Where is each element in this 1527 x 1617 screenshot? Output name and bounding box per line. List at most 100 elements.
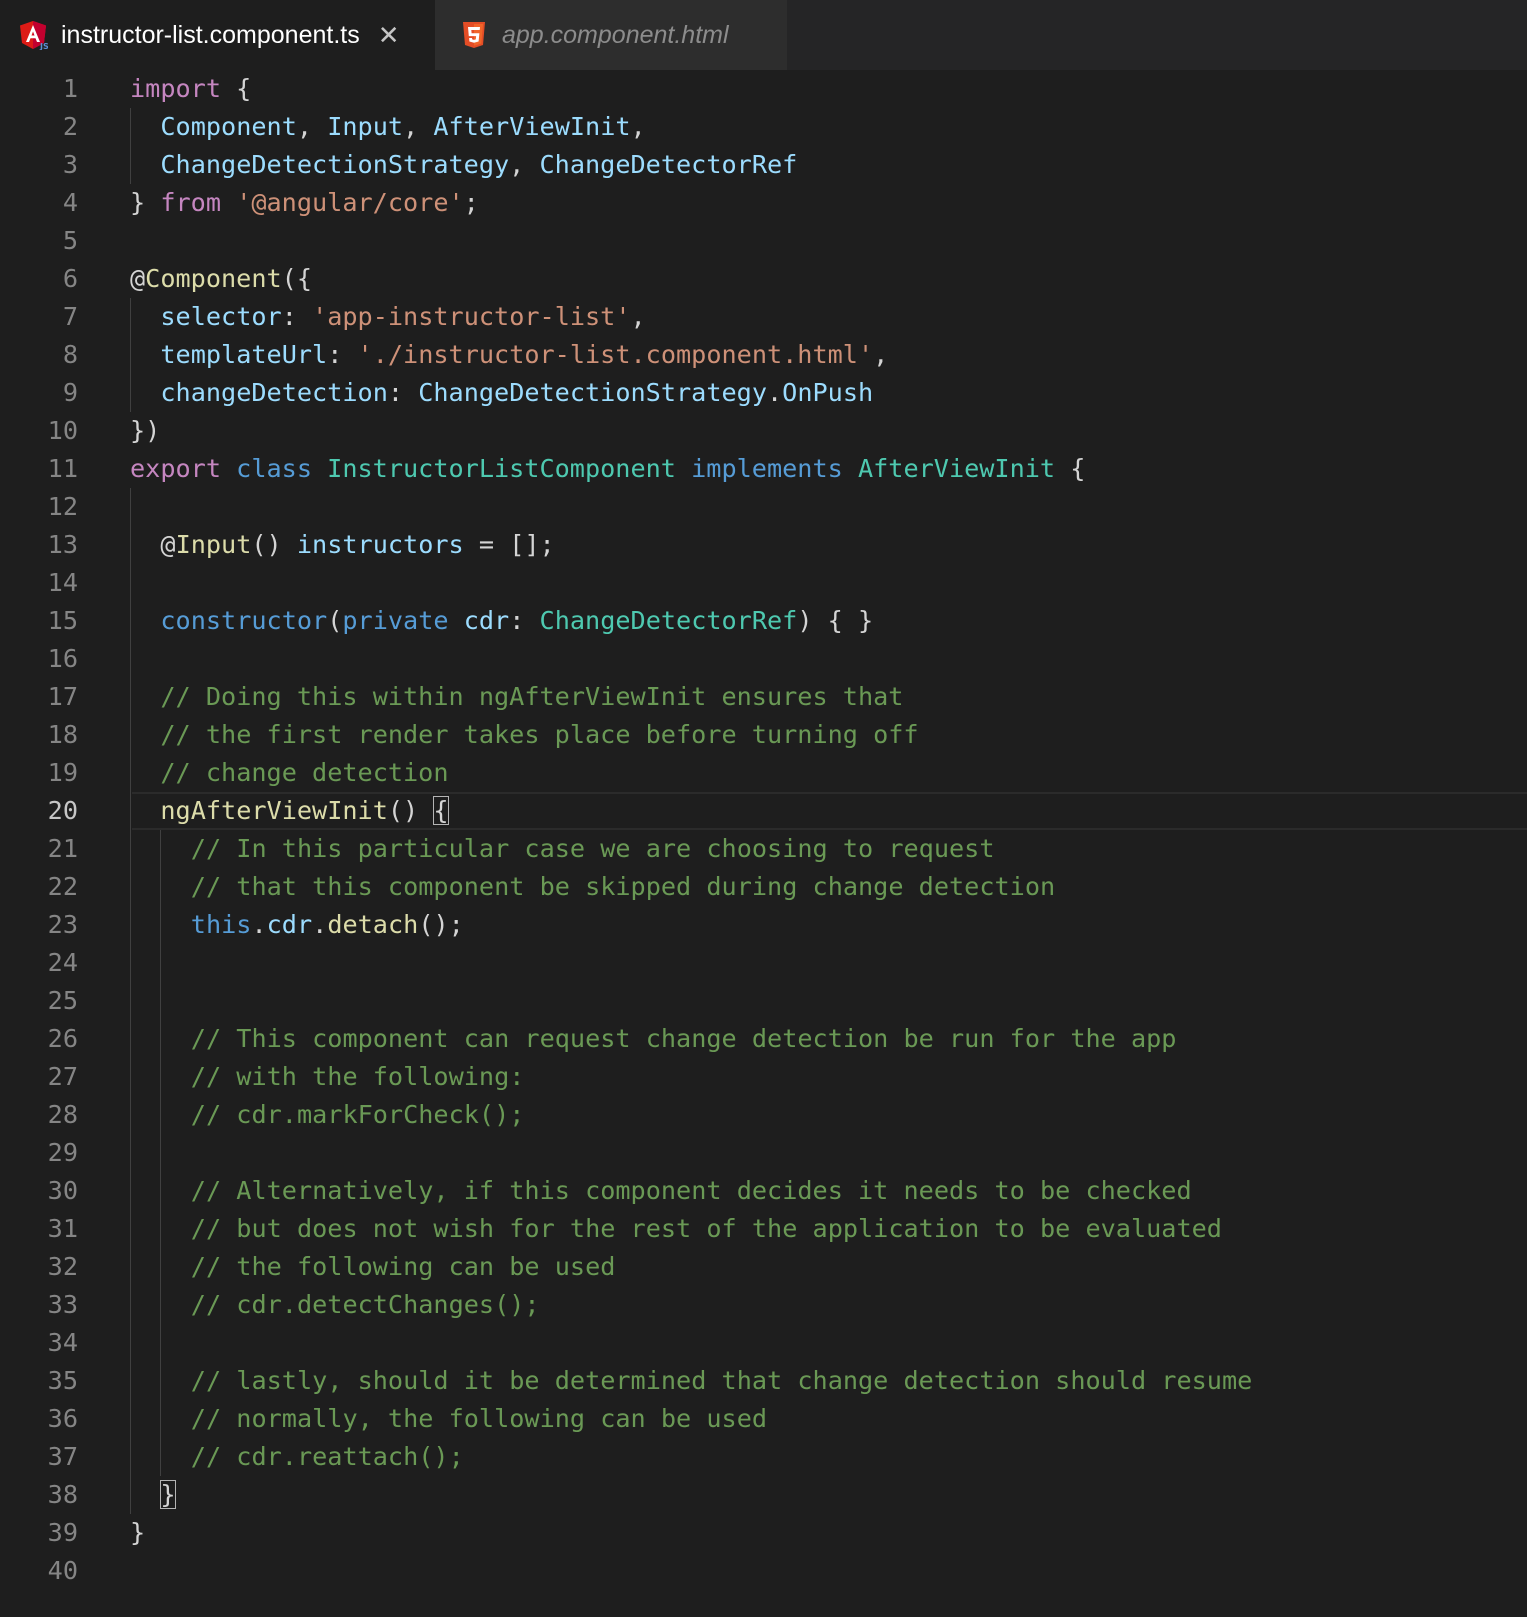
code-line[interactable]: 2 Component, Input, AfterViewInit, [0, 108, 1527, 146]
indent-guide [130, 868, 131, 906]
code-token: Component [160, 112, 297, 141]
indent-guide [130, 716, 131, 754]
code-line[interactable]: 21 // In this particular case we are choo… [0, 830, 1527, 868]
code-token: // normally, the following can be used [190, 1404, 768, 1433]
indent-guide [130, 1286, 131, 1324]
code-token: . [312, 910, 328, 939]
line-number: 13 [47, 530, 78, 559]
code-line[interactable]: 29 [0, 1134, 1527, 1172]
indent-guide [160, 1134, 162, 1172]
code-text: // Doing this within ngAfterViewInit ens… [160, 678, 903, 716]
line-number: 20 [47, 796, 78, 825]
code-line[interactable]: 17 // Doing this within ngAfterViewInit e… [0, 678, 1527, 716]
close-icon[interactable]: ✕ [378, 20, 400, 51]
line-number: 30 [47, 1176, 78, 1205]
code-line[interactable]: 23 this.cdr.detach(); [0, 906, 1527, 944]
code-line[interactable]: 9 changeDetection: ChangeDetectionStrateg… [0, 374, 1527, 412]
code-line[interactable]: 10}) [0, 412, 1527, 450]
code-line[interactable]: 4} from '@angular/core'; [0, 184, 1527, 222]
indent-guide [130, 906, 131, 944]
code-text: changeDetection: ChangeDetectionStrategy… [160, 374, 873, 412]
line-number: 18 [47, 720, 78, 749]
code-line[interactable]: 6 @Component({ [0, 260, 1527, 298]
code-token: constructor [160, 606, 328, 635]
code-text: // In this particular case we are choosi… [191, 830, 995, 868]
code-line[interactable]: 13 @Input() instructors = []; [0, 526, 1527, 564]
code-token: changeDetection [160, 378, 388, 407]
code-line[interactable]: 28 // cdr.markForCheck(); [0, 1096, 1527, 1134]
code-token: ChangeDetectorRef [539, 606, 798, 635]
line-number: 19 [47, 758, 78, 787]
code-line[interactable]: 5 [0, 222, 1527, 260]
code-line[interactable]: 37 // cdr.reattach(); [0, 1438, 1527, 1476]
code-line[interactable]: 11 export class InstructorListComponent i… [0, 450, 1527, 488]
line-number: 9 [62, 378, 78, 407]
code-line[interactable]: 20 ngAfterViewInit() { [0, 792, 1527, 830]
code-line[interactable]: 25 [0, 982, 1527, 1020]
indent-guide [130, 1476, 131, 1514]
code-line[interactable]: 16 [0, 640, 1527, 678]
code-line[interactable]: 32 // the following can be used [0, 1248, 1527, 1286]
code-line[interactable]: 3 ChangeDetectionStrategy, ChangeDetector… [0, 146, 1527, 184]
code-text: // Alternatively, if this component deci… [191, 1172, 1192, 1210]
indent-guide [160, 1058, 162, 1096]
code-token: // change detection [160, 758, 449, 787]
code-token: } [160, 1480, 176, 1509]
code-token: () [387, 796, 434, 825]
line-number: 14 [47, 568, 78, 597]
code-token: templateUrl [160, 340, 328, 369]
code-text: templateUrl: './instructor-list.componen… [160, 336, 888, 374]
indent-guide [160, 1438, 162, 1476]
code-token: , [403, 112, 434, 141]
code-line[interactable]: 35 // lastly, should it be determined tha… [0, 1362, 1527, 1400]
code-token: : [281, 302, 313, 331]
code-line[interactable]: 24 [0, 944, 1527, 982]
code-line[interactable]: 7 selector: 'app-instructor-list', [0, 298, 1527, 336]
indent-guide [130, 602, 131, 640]
code-line[interactable]: 40 [0, 1552, 1527, 1590]
line-number: 39 [47, 1518, 78, 1547]
indent-guide [160, 1400, 162, 1438]
code-line[interactable]: 22 // that this component be skipped duri… [0, 868, 1527, 906]
code-line[interactable]: 1 import { [0, 70, 1527, 108]
code-line[interactable]: 33 // cdr.detectChanges(); [0, 1286, 1527, 1324]
code-token: } [130, 188, 161, 217]
indent-guide [160, 868, 162, 906]
line-number: 2 [62, 112, 78, 141]
code-text: // This component can request change det… [191, 1020, 1177, 1058]
code-line[interactable]: 36 // normally, the following can be used [0, 1400, 1527, 1438]
indent-guide [130, 640, 131, 678]
code-token: // cdr.reattach(); [190, 1442, 464, 1471]
code-line[interactable]: 19 // change detection [0, 754, 1527, 792]
code-token: }) [130, 416, 161, 445]
code-editor[interactable]: 1 import {2 Component, Input, AfterViewIni… [0, 70, 1527, 1617]
code-line[interactable]: 31 // but does not wish for the rest of t… [0, 1210, 1527, 1248]
code-text: ChangeDetectionStrategy, ChangeDetectorR… [160, 146, 797, 184]
code-line[interactable]: 39} [0, 1514, 1527, 1552]
code-line[interactable]: 27 // with the following: [0, 1058, 1527, 1096]
indent-guide [130, 488, 131, 526]
code-line[interactable]: 26 // This component can request change d… [0, 1020, 1527, 1058]
code-token: (); [418, 910, 464, 939]
tab-app-component-html[interactable]: app.component.html [435, 0, 787, 70]
line-number: 6 [62, 264, 78, 293]
code-line[interactable]: 38} [0, 1476, 1527, 1514]
code-token: // In this particular case we are choosi… [190, 834, 995, 863]
line-number: 10 [47, 416, 78, 445]
svg-text:JS: JS [39, 42, 48, 50]
code-line[interactable]: 18 // the first render takes place before… [0, 716, 1527, 754]
code-line[interactable]: 12 [0, 488, 1527, 526]
code-line[interactable]: 34 [0, 1324, 1527, 1362]
line-number: 27 [47, 1062, 78, 1091]
code-line[interactable]: 15 constructor(private cdr: ChangeDetecto… [0, 602, 1527, 640]
indent-guide [130, 1172, 131, 1210]
tab-instructor-list-component-ts[interactable]: JS instructor-list.component.ts ✕ [0, 0, 435, 70]
code-line[interactable]: 30 // Alternatively, if this component de… [0, 1172, 1527, 1210]
indent-guide [130, 678, 131, 716]
code-token: ( [327, 606, 343, 635]
code-line[interactable]: 14 [0, 564, 1527, 602]
code-line[interactable]: 8 templateUrl: './instructor-list.compone… [0, 336, 1527, 374]
indent-guide [130, 830, 131, 868]
code-token: , [630, 302, 646, 331]
